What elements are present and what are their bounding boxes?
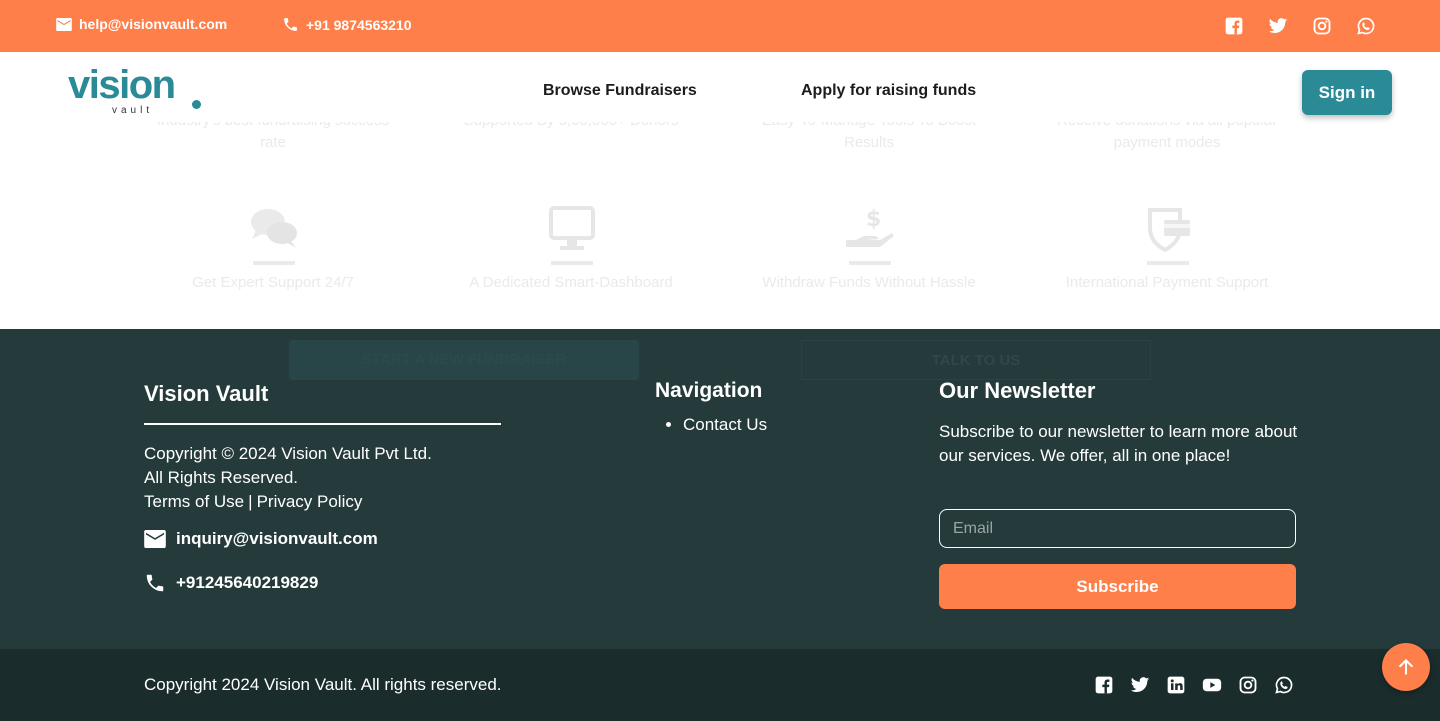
site-footer: START A NEW FUNDRAISER TALK TO US Vision…: [0, 329, 1440, 649]
vision-vault-logo[interactable]: vision vault: [68, 63, 208, 116]
hand-dollar-icon: $: [844, 206, 896, 252]
features-section: Industry's best fundraising success rate…: [0, 122, 1440, 329]
whatsapp-icon[interactable]: [1274, 675, 1294, 695]
newsletter-description: Subscribe to our newsletter to learn mor…: [939, 422, 1298, 465]
newsletter-email-input[interactable]: [939, 509, 1296, 548]
feature-underline: [551, 261, 593, 265]
whatsapp-icon[interactable]: [1356, 16, 1376, 36]
legal-separator: |: [248, 492, 253, 511]
footer-nav-title: Navigation: [655, 379, 763, 402]
previous-feature-line: Industry's best fundraising success: [133, 122, 413, 132]
svg-text:$: $: [866, 207, 881, 232]
twitter-icon[interactable]: [1268, 16, 1288, 36]
footer-copyright: Copyright © 2024 Vision Vault Pvt Ltd. A…: [144, 442, 432, 514]
monitor-icon: [546, 206, 598, 252]
feature-label: International Payment Support: [1065, 274, 1269, 291]
mail-icon: [144, 530, 166, 548]
shield-card-icon: [1142, 206, 1194, 253]
instagram-icon[interactable]: [1312, 16, 1332, 36]
copyright-line: Copyright © 2024 Vision Vault Pvt Ltd.: [144, 444, 432, 463]
feature-label: Get Expert Support 24/7: [192, 274, 354, 291]
chat-icon: [248, 206, 300, 252]
top-email-text: help@visionvault.com: [79, 16, 228, 32]
top-contact-bar: help@visionvault.com +91 9874563210: [0, 0, 1440, 52]
previous-feature-line: Receive donations via all popular: [1027, 122, 1307, 132]
youtube-icon[interactable]: [1202, 675, 1222, 695]
facebook-icon[interactable]: [1224, 16, 1244, 36]
sign-in-button[interactable]: Sign in: [1302, 70, 1392, 115]
top-socials: [1224, 16, 1376, 36]
logo-sub-text: vault: [112, 105, 154, 116]
facebook-icon[interactable]: [1094, 675, 1114, 695]
footer-email-text: inquiry@visionvault.com: [176, 529, 378, 548]
footer-brand: Vision Vault: [144, 381, 269, 406]
main-navbar: vision vault Browse Fundraisers Apply fo…: [0, 52, 1440, 122]
feature-label: Withdraw Funds Without Hassle: [762, 274, 976, 291]
privacy-link[interactable]: Privacy Policy: [257, 492, 363, 511]
terms-link[interactable]: Terms of Use: [144, 492, 244, 511]
previous-feature-line: Supported By 5,00,000+ Donors: [431, 122, 711, 132]
nav-apply-raising-funds[interactable]: Apply for raising funds: [801, 82, 976, 100]
previous-feature-line: payment modes: [1113, 134, 1221, 151]
feature-underline: [253, 261, 295, 265]
rights-line: All Rights Reserved.: [144, 468, 299, 487]
logo-dot: [192, 100, 201, 109]
feature-underline: [1147, 261, 1189, 265]
arrow-up-icon: [1396, 657, 1416, 677]
top-email[interactable]: help@visionvault.com: [56, 16, 227, 32]
footer-phone[interactable]: +91245640219829: [144, 572, 318, 594]
previous-feature-line: rate: [260, 134, 286, 151]
instagram-icon[interactable]: [1238, 675, 1258, 695]
start-fundraiser-button[interactable]: START A NEW FUNDRAISER: [289, 340, 639, 380]
bottom-copyright: Copyright 2024 Vision Vault. All rights …: [144, 675, 502, 694]
mail-icon: [56, 17, 72, 31]
top-phone[interactable]: +91 9874563210: [282, 16, 412, 33]
nav-browse-fundraisers[interactable]: Browse Fundraisers: [543, 82, 697, 100]
feature-label: A Dedicated Smart-Dashboard: [469, 274, 673, 291]
previous-feature-line: Easy-To-Manage Tools To Boost: [729, 122, 1009, 132]
linkedin-icon[interactable]: [1166, 675, 1186, 695]
footer-divider: [144, 423, 501, 425]
footer-phone-text: +91245640219829: [176, 573, 319, 592]
legal-links: Terms of Use | Privacy Policy: [144, 490, 432, 514]
footer-nav-contact-us[interactable]: Contact Us: [683, 415, 767, 435]
logo-main-text: vision: [68, 63, 176, 107]
bottom-socials: [1094, 675, 1294, 695]
twitter-icon[interactable]: [1130, 675, 1150, 695]
feature-underline: [849, 261, 891, 265]
subscribe-button[interactable]: Subscribe: [939, 564, 1296, 609]
talk-to-us-button[interactable]: TALK TO US: [801, 340, 1151, 380]
previous-feature-line: Results: [843, 134, 895, 151]
newsletter-title: Our Newsletter: [939, 378, 1096, 403]
bottom-bar: Copyright 2024 Vision Vault. All rights …: [0, 649, 1440, 721]
scroll-to-top-button[interactable]: [1382, 643, 1430, 691]
footer-email[interactable]: inquiry@visionvault.com: [144, 529, 378, 549]
phone-icon: [282, 16, 299, 33]
footer-nav-list: Contact Us: [683, 415, 767, 435]
top-phone-text: +91 9874563210: [306, 16, 412, 33]
phone-icon: [144, 572, 166, 594]
